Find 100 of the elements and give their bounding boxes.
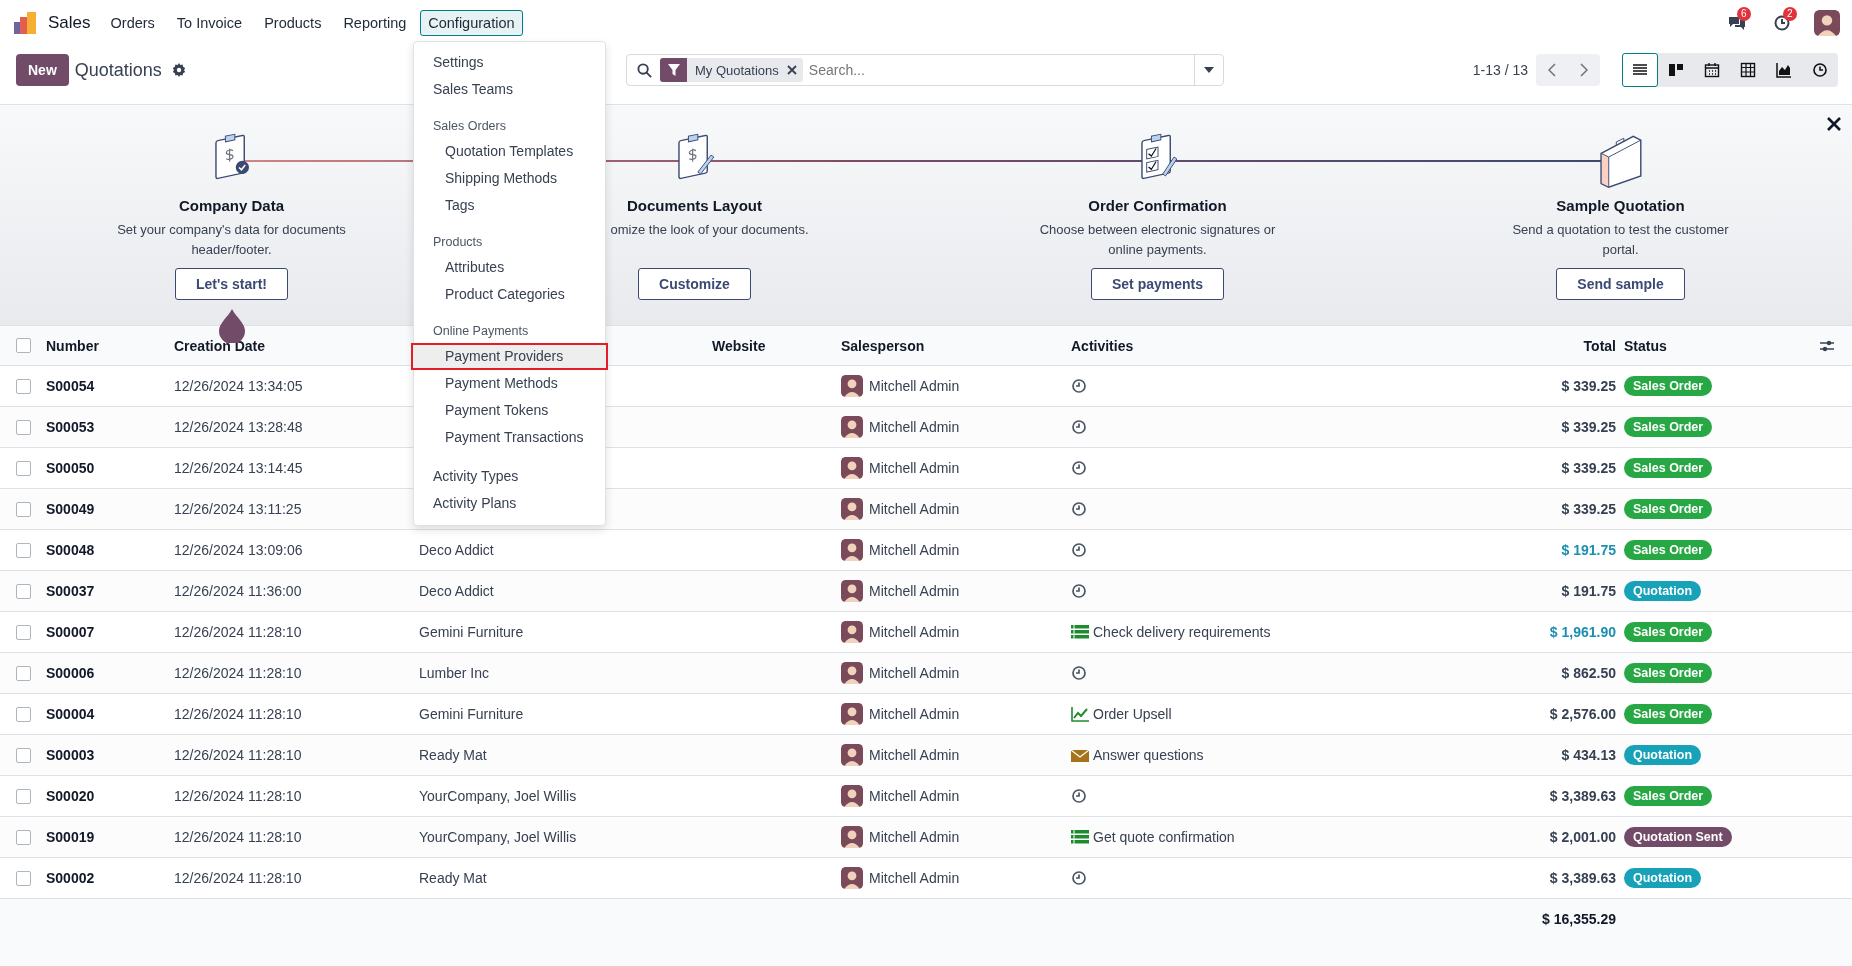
notification-badge: 6 [1737, 7, 1751, 21]
menu-item[interactable]: Orders [102, 10, 163, 36]
salesperson-name: Mitchell Admin [869, 583, 960, 599]
envelope-icon[interactable] [1071, 747, 1089, 763]
user-avatar [841, 703, 863, 725]
close-icon[interactable] [1826, 116, 1842, 132]
task-list-icon[interactable] [1071, 624, 1089, 640]
row-checkbox[interactable] [15, 460, 31, 476]
step-description: Set your company's data for documents header/footer. [116, 221, 347, 259]
kanban-icon [1668, 62, 1684, 78]
table-cell-text: $ 191.75 [1560, 583, 1616, 599]
menu-item[interactable]: Product Categories [414, 281, 605, 308]
step-button[interactable]: Set payments [1090, 268, 1224, 300]
search-field[interactable]: My Quotations Search... [626, 54, 1224, 86]
menu-section-header: Online Payments [432, 323, 530, 340]
salesperson-name: Mitchell Admin [869, 665, 960, 681]
chevron-left-icon [1548, 63, 1556, 77]
row-checkbox[interactable] [15, 542, 31, 558]
table-cell-text: $ 3,389.63 [1548, 788, 1616, 804]
table-cell-text: YourCompany, Joel Willis [419, 788, 578, 804]
row-checkbox[interactable] [15, 624, 31, 640]
row-checkbox[interactable] [15, 501, 31, 517]
row-checkbox[interactable] [15, 747, 31, 763]
salesperson-name: Mitchell Admin [869, 501, 960, 517]
menu-item[interactable]: To Invoice [168, 10, 251, 36]
clock-icon[interactable] [1071, 378, 1087, 394]
calendar-icon [1704, 62, 1720, 78]
row-checkbox[interactable] [15, 665, 31, 681]
clock-icon[interactable] [1071, 870, 1087, 886]
step-title: Order Confirmation [1088, 197, 1227, 214]
menu-item[interactable]: Attributes [414, 254, 605, 281]
step-button[interactable]: Customize [638, 268, 751, 300]
close-icon[interactable] [786, 65, 797, 75]
menu-item[interactable]: Shipping Methods [414, 165, 605, 192]
activity-text[interactable]: Answer questions [1093, 747, 1204, 763]
settings-sliders-icon[interactable] [1820, 338, 1834, 353]
menu-item[interactable]: Quotation Templates [414, 138, 605, 165]
row-checkbox[interactable] [15, 419, 31, 435]
user-avatar [841, 867, 863, 889]
clock-icon[interactable] [1071, 542, 1087, 558]
activity-text[interactable]: Get quote confirmation [1093, 829, 1235, 845]
area-chart-icon [1776, 62, 1792, 78]
user-avatar[interactable] [1814, 10, 1840, 36]
table-cell-text: YourCompany, Joel Willis [419, 829, 578, 845]
status-badge: Sales Order [1624, 663, 1713, 683]
step-button[interactable]: Let's start! [175, 268, 288, 300]
gear-icon[interactable] [171, 63, 186, 77]
status-badge: Quotation Sent [1624, 827, 1732, 847]
user-avatar [841, 621, 863, 643]
column-header[interactable]: Number [46, 337, 174, 354]
column-header[interactable]: Website [712, 337, 841, 354]
user-avatar [841, 457, 863, 479]
pager-value[interactable]: 1-13 / 13 [1472, 62, 1528, 78]
menu-item[interactable]: Sales Teams [414, 76, 605, 103]
step-button[interactable]: Send sample [1556, 268, 1685, 300]
row-checkbox[interactable] [15, 583, 31, 599]
clock-icon[interactable] [1071, 419, 1087, 435]
new-button[interactable]: New [16, 54, 69, 86]
task-list-icon[interactable] [1071, 829, 1089, 845]
table-cell-text: 12/26/2024 13:14:45 [174, 460, 304, 476]
app-logo-icon[interactable] [14, 12, 38, 34]
clock-icon[interactable] [1071, 460, 1087, 476]
menu-item[interactable]: Payment Methods [414, 370, 605, 397]
clock-icon[interactable] [1071, 665, 1087, 681]
menu-item[interactable]: Activity Types [414, 463, 605, 490]
view-button[interactable] [1622, 53, 1658, 87]
user-avatar [841, 498, 863, 520]
table-cell-text: S00006 [46, 665, 96, 681]
menu-item[interactable]: Payment Providers [411, 343, 608, 370]
row-checkbox[interactable] [15, 870, 31, 886]
clock-icon[interactable] [1071, 501, 1087, 517]
table-cell-text: 12/26/2024 13:11:25 [174, 501, 303, 517]
activity-text[interactable]: Order Upsell [1093, 706, 1172, 722]
menu-item[interactable]: Activity Plans [414, 490, 605, 517]
column-header[interactable]: Activities [1071, 337, 1470, 354]
app-name[interactable]: Sales [48, 13, 91, 33]
menu-item[interactable]: Reporting [335, 10, 415, 36]
row-checkbox[interactable] [15, 788, 31, 804]
column-header[interactable]: Total [1470, 337, 1616, 354]
status-badge: Sales Order [1624, 376, 1713, 396]
trend-chart-icon[interactable] [1071, 706, 1089, 722]
user-avatar [841, 744, 863, 766]
clock-icon[interactable] [1071, 788, 1087, 804]
select-all-checkbox[interactable] [15, 338, 31, 353]
status-badge: Sales Order [1624, 704, 1713, 724]
column-header[interactable]: Status [1616, 337, 1820, 354]
row-checkbox[interactable] [15, 706, 31, 722]
row-checkbox[interactable] [15, 829, 31, 845]
column-header[interactable]: Salesperson [841, 337, 1071, 354]
menu-item[interactable]: Tags [414, 192, 605, 219]
row-checkbox[interactable] [15, 378, 31, 394]
clock-icon[interactable] [1071, 583, 1087, 599]
menu-item[interactable]: Payment Tokens [414, 397, 605, 424]
activity-text[interactable]: Check delivery requirements [1093, 624, 1271, 640]
table-cell-text: S00048 [46, 542, 96, 558]
menu-item[interactable]: Settings [414, 49, 605, 76]
filter-facet[interactable]: My Quotations [660, 58, 803, 82]
menu-item[interactable]: Configuration [420, 10, 523, 36]
menu-item[interactable]: Payment Transactions [414, 424, 605, 451]
menu-item[interactable]: Products [256, 10, 330, 36]
